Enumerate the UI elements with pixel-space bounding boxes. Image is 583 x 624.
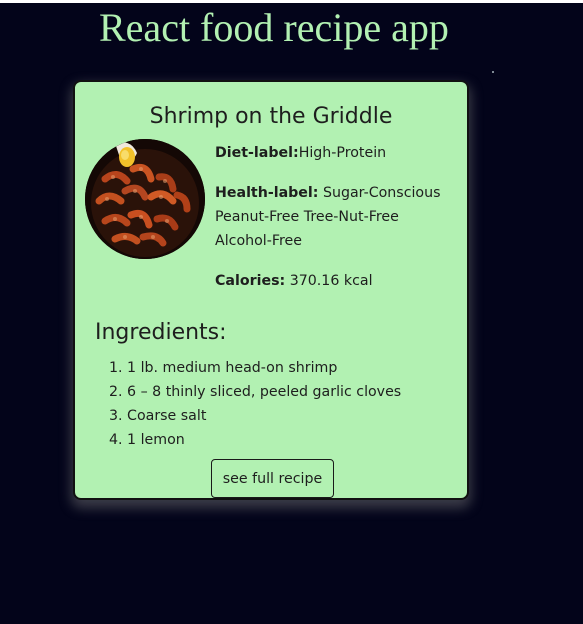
calories-line: Calories: 370.16 kcal [215, 269, 455, 293]
diet-label-value: High-Protein [298, 145, 387, 161]
ingredients-list: 1. 1 lb. medium head-on shrimp 2. 6 – 8 … [109, 356, 401, 452]
see-full-recipe-button[interactable]: see full recipe [211, 459, 334, 498]
ingredient-item: 3. Coarse salt [109, 408, 207, 424]
ingredient-item: 4. 1 lemon [109, 432, 185, 448]
stray-speck [492, 71, 494, 73]
recipe-card: Shrimp on the Griddle Diet-label:High-Pr… [73, 80, 469, 500]
ingredient-item: 1. 1 lb. medium head-on shrimp [109, 360, 338, 376]
shrimp-dish-photo [85, 139, 205, 259]
browser-top-strip [0, 0, 583, 3]
recipe-image [85, 139, 205, 259]
ingredients-heading: Ingredients: [95, 320, 227, 345]
health-label-key: Health-label: [215, 185, 319, 201]
ingredient-text: 1 lb. medium head-on shrimp [127, 360, 338, 376]
ingredient-text: 6 – 8 thinly sliced, peeled garlic clove… [127, 384, 402, 400]
ingredient-text: 1 lemon [127, 432, 185, 448]
ingredient-text: Coarse salt [127, 408, 207, 424]
diet-label-line: Diet-label:High-Protein [215, 141, 455, 165]
app-title: React food recipe app [99, 5, 449, 50]
diet-label-key: Diet-label: [215, 145, 299, 161]
calories-value: 370.16 kcal [285, 273, 373, 289]
calories-key: Calories: [215, 273, 286, 289]
ingredient-item: 2. 6 – 8 thinly sliced, peeled garlic cl… [109, 384, 402, 400]
recipe-details: Diet-label:High-Protein Health-label: Su… [215, 141, 455, 293]
health-label-line: Health-label: Sugar-Conscious Peanut-Fre… [215, 181, 455, 253]
recipe-title: Shrimp on the Griddle [149, 104, 393, 129]
